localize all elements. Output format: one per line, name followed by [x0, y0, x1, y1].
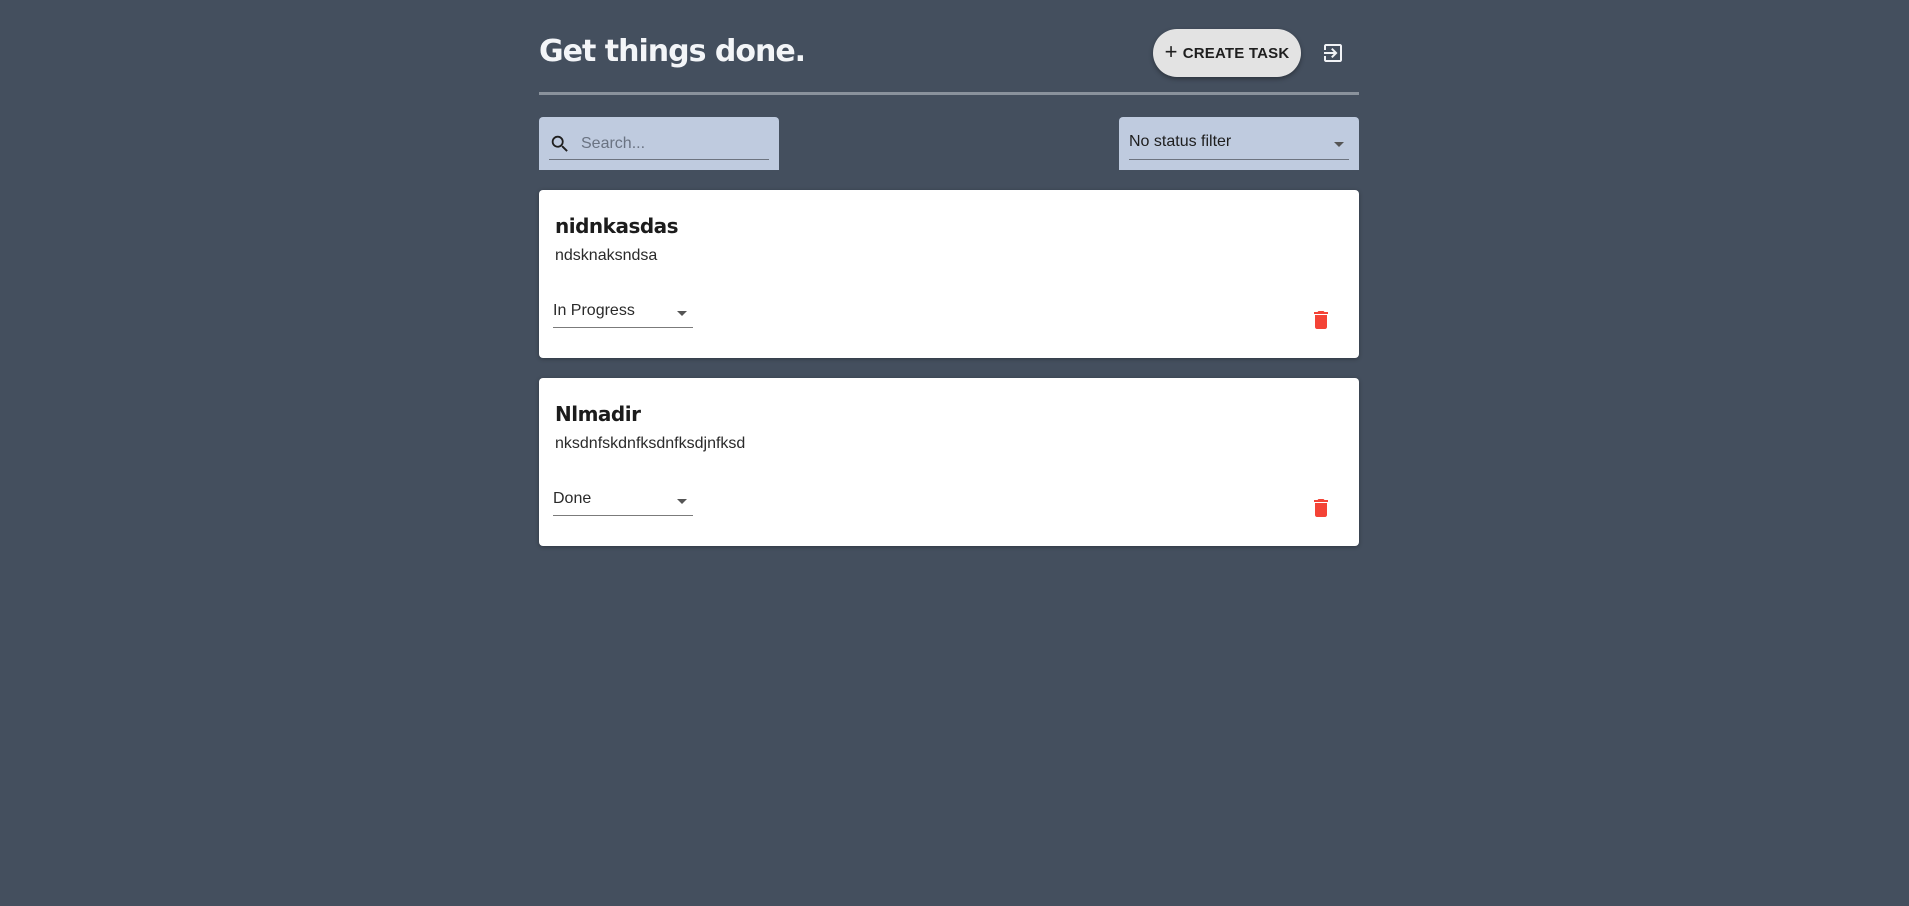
- task-title: nidnkasdas: [555, 214, 679, 238]
- create-task-label: CREATE TASK: [1182, 44, 1290, 62]
- task-status-value: In Progress: [553, 302, 635, 319]
- logout-button[interactable]: [1321, 41, 1345, 65]
- task-status-select[interactable]: Done: [553, 488, 693, 516]
- chevron-down-icon: [677, 311, 687, 316]
- logout-icon: [1324, 44, 1342, 62]
- task-list: nidnkasdas ndsknaksndsa In Progress Nlma…: [539, 190, 1359, 546]
- status-filter-underline: [1129, 159, 1349, 160]
- plus-icon: +: [1164, 39, 1178, 64]
- trash-icon: [1314, 311, 1328, 329]
- page-title: Get things done.: [539, 34, 806, 69]
- status-filter-select[interactable]: No status filter: [1119, 117, 1359, 170]
- task-description: ndsknaksndsa: [555, 247, 658, 264]
- task-card: Nlmadir nksdnfskdnfksdnfksdjnfksd Done: [539, 378, 1359, 546]
- chevron-down-icon: [677, 499, 687, 504]
- task-status-select[interactable]: In Progress: [553, 300, 693, 328]
- create-task-button[interactable]: + CREATE TASK: [1153, 29, 1301, 77]
- toolbar: No status filter: [539, 95, 1359, 190]
- task-card: nidnkasdas ndsknaksndsa In Progress: [539, 190, 1359, 358]
- status-filter-value: No status filter: [1129, 133, 1232, 150]
- task-title: Nlmadir: [555, 402, 641, 426]
- task-status-value: Done: [553, 490, 592, 507]
- header: Get things done. + CREATE TASK: [539, 0, 1359, 95]
- chevron-down-icon: [1334, 142, 1344, 147]
- trash-icon: [1314, 499, 1328, 517]
- search-icon: [551, 135, 568, 152]
- search-input[interactable]: [581, 131, 766, 157]
- search-underline: [549, 159, 769, 160]
- app-container: Get things done. + CREATE TASK No status…: [539, 0, 1359, 566]
- task-description: nksdnfskdnfksdnfksdjnfksd: [555, 435, 746, 452]
- search-field[interactable]: [539, 117, 779, 170]
- delete-task-button[interactable]: [1309, 496, 1333, 520]
- delete-task-button[interactable]: [1309, 308, 1333, 332]
